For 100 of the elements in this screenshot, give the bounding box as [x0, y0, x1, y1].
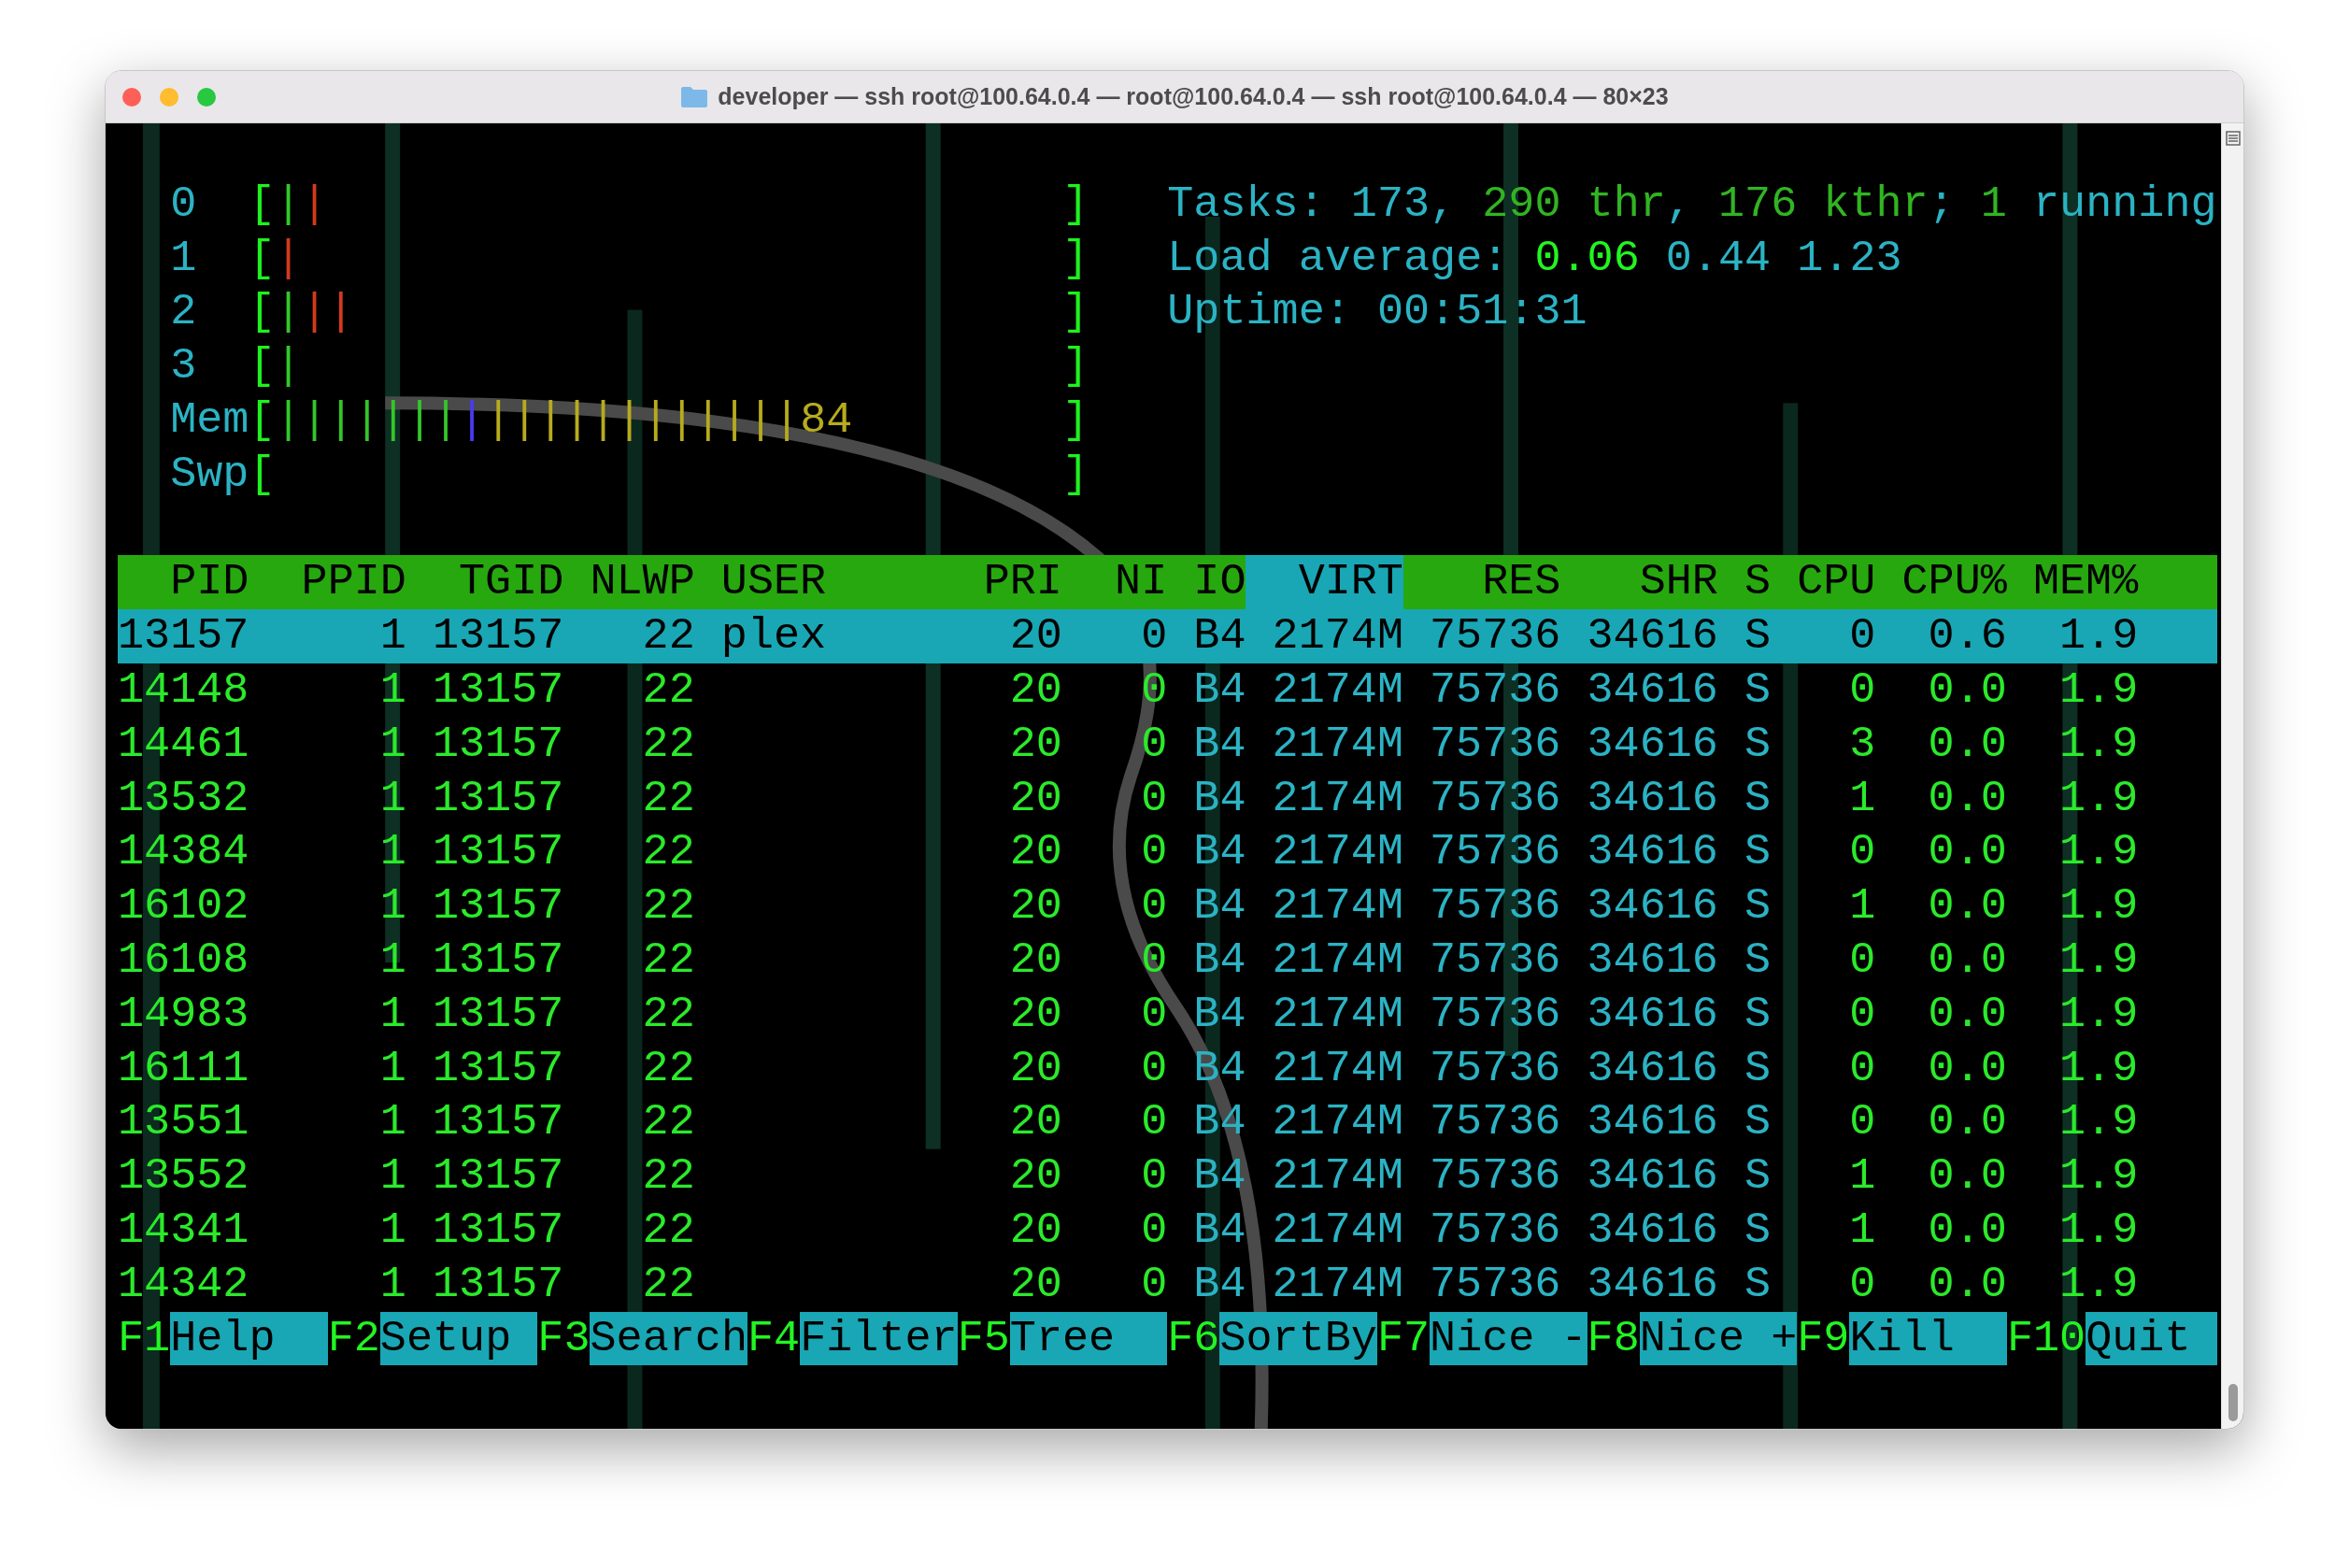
process-row[interactable]: 13552 1 13157 22 20 0 B4 2174M 75736 34616 S 1 0.0 1.9: [118, 1149, 2217, 1204]
scrollbar[interactable]: [2221, 123, 2243, 1429]
table-cell-text: 34616: [1587, 826, 1718, 879]
meter-label: 1: [170, 232, 198, 285]
table-cell-text: 0.0: [1928, 1096, 2007, 1149]
meter-label: 3: [170, 340, 198, 393]
meter-ticks-text: |: [275, 340, 302, 393]
table-cell-text: 0.0: [1928, 934, 2007, 987]
process-row[interactable]: 16111 1 13157 22 20 0 B4 2174M 75736 34616 S 0 0.0 1.9: [118, 1041, 2217, 1096]
meter-ticks-text: |: [301, 178, 328, 231]
minimize-button[interactable]: [160, 88, 178, 107]
table-cell-text: B4: [1193, 1150, 1246, 1204]
process-row[interactable]: 14342 1 13157 22 20 0 B4 2174M 75736 34616 S 0 0.0 1.9: [118, 1257, 2217, 1312]
table-cell-text: 2174M: [1272, 1042, 1403, 1095]
table-cell-text: 1.9: [2059, 934, 2139, 987]
table-cell-text: 1.9: [2059, 880, 2139, 934]
column-header[interactable]: NI: [1061, 555, 1168, 610]
table-cell-text: 0: [1141, 610, 1168, 663]
table-cell-text: 0.0: [1928, 1042, 2007, 1095]
table-cell-text: 13157: [432, 1096, 564, 1149]
table-cell-text: 0: [1849, 988, 1876, 1041]
meter-bracket: ]: [1061, 448, 1089, 501]
process-row[interactable]: 14461 1 13157 22 20 0 B4 2174M 75736 34616 S 3 0.0 1.9: [118, 717, 2217, 772]
meter-bracket: [: [249, 178, 276, 231]
table-cell-text: 1.9: [2059, 1150, 2139, 1204]
table-cell-text: 75736: [1430, 610, 1561, 663]
table-cell-text: 2174M: [1272, 718, 1403, 771]
column-header[interactable]: CPU: [1771, 555, 1876, 610]
table-cell-text: 0: [1141, 1204, 1168, 1257]
folder-icon: [680, 85, 709, 108]
process-row[interactable]: 14148 1 13157 22 20 0 B4 2174M 75736 34616 S 0 0.0 1.9: [118, 663, 2217, 718]
column-header[interactable]: IO: [1167, 555, 1246, 610]
process-row[interactable]: 14384 1 13157 22 20 0 B4 2174M 75736 34616 S 0 0.0 1.9: [118, 825, 2217, 880]
scroll-thumb[interactable]: [2228, 1384, 2238, 1421]
table-cell-text: S: [1744, 988, 1772, 1041]
table-cell-text: S: [1744, 1150, 1772, 1204]
meter-bracket: ]: [1061, 286, 1089, 339]
column-header[interactable]: NLWP: [563, 555, 695, 610]
table-cell-text: 16102: [118, 880, 249, 934]
tasks-summary: Tasks: 173, 290 thr, 176 kthr; 1 running: [1167, 178, 2217, 231]
table-cell-text: 2174M: [1272, 1096, 1403, 1149]
table-cell-text: 2174M: [1272, 1150, 1403, 1204]
meter-ticks-text: ||||||||||||: [485, 394, 801, 447]
column-header[interactable]: VIRT: [1246, 555, 1403, 610]
table-cell-text: 13157: [432, 1258, 564, 1311]
table-cell-text: S: [1744, 1096, 1772, 1149]
table-cell-text: 0.0: [1928, 826, 2007, 879]
table-cell-text: 22: [642, 718, 695, 771]
table-cell-text: B4: [1193, 663, 1246, 717]
process-row[interactable]: 14341 1 13157 22 20 0 B4 2174M 75736 34616 S 1 0.0 1.9: [118, 1203, 2217, 1258]
meter-label: 2: [170, 286, 198, 339]
table-cell-text: 13157: [432, 610, 564, 663]
table-cell-text: 0.0: [1928, 1204, 2007, 1257]
table-cell-text: 34616: [1587, 663, 1718, 717]
column-header[interactable]: S: [1717, 555, 1772, 610]
table-cell-text: S: [1744, 880, 1772, 934]
table-cell-text: 1.9: [2059, 718, 2139, 771]
table-cell-text: 0: [1141, 988, 1168, 1041]
table-cell-text: S: [1744, 663, 1772, 717]
table-cell-text: 22: [642, 772, 695, 825]
process-row[interactable]: 16108 1 13157 22 20 0 B4 2174M 75736 34616 S 0 0.0 1.9: [118, 933, 2217, 988]
meter-bracket: ]: [1061, 232, 1089, 285]
process-row[interactable]: 13157 1 13157 22 plex 20 0 B4 2174M 75736 34616 S 0 0.6 1.9: [118, 609, 2217, 663]
table-cell-text: 13157: [432, 1042, 564, 1095]
column-header[interactable]: PPID: [249, 555, 406, 610]
table-cell-text: 22: [642, 663, 695, 717]
column-header[interactable]: RES: [1402, 555, 1561, 610]
table-cell-text: 22: [642, 1258, 695, 1311]
meter-bracket: [: [249, 340, 276, 393]
table-cell-text: 14148: [118, 663, 249, 717]
table-cell-text: 20: [1009, 1096, 1062, 1149]
close-button[interactable]: [122, 88, 141, 107]
table-cell-text: 22: [642, 880, 695, 934]
menu-icon[interactable]: [2225, 131, 2241, 146]
table-cell-text: 20: [1009, 718, 1062, 771]
column-header[interactable]: TGID: [406, 555, 564, 610]
process-row[interactable]: 16102 1 13157 22 20 0 B4 2174M 75736 34616 S 1 0.0 1.9: [118, 879, 2217, 934]
process-row[interactable]: 13532 1 13157 22 20 0 B4 2174M 75736 34616 S 1 0.0 1.9: [118, 771, 2217, 826]
table-cell-text: 13157: [432, 988, 564, 1041]
table-cell-text: B4: [1193, 772, 1246, 825]
table-cell-text: S: [1744, 772, 1772, 825]
table-cell-text: 1: [1849, 1204, 1876, 1257]
table-cell-text: 13157: [432, 718, 564, 771]
table-cell-text: 20: [1009, 1204, 1062, 1257]
column-header[interactable]: SHR: [1560, 555, 1718, 610]
column-header[interactable]: USER: [694, 555, 984, 610]
table-cell-text: 34616: [1587, 718, 1718, 771]
table-cell-text: 13551: [118, 1096, 249, 1149]
process-row[interactable]: 14983 1 13157 22 20 0 B4 2174M 75736 34616 S 0 0.0 1.9: [118, 987, 2217, 1042]
process-row[interactable]: 13551 1 13157 22 20 0 B4 2174M 75736 34616 S 0 0.0 1.9: [118, 1095, 2217, 1150]
zoom-button[interactable]: [197, 88, 216, 107]
column-header[interactable]: CPU%: [1875, 555, 2007, 610]
column-header[interactable]: MEM%: [2006, 555, 2139, 610]
table-cell-text: B4: [1193, 934, 1246, 987]
table-cell-text: S: [1744, 934, 1772, 987]
table-cell-text: 0: [1141, 718, 1168, 771]
table-cell-text: 0: [1849, 934, 1876, 987]
column-header[interactable]: PRI: [983, 555, 1062, 610]
table-cell-text: 0: [1849, 1096, 1876, 1149]
column-header[interactable]: PID: [118, 555, 249, 610]
